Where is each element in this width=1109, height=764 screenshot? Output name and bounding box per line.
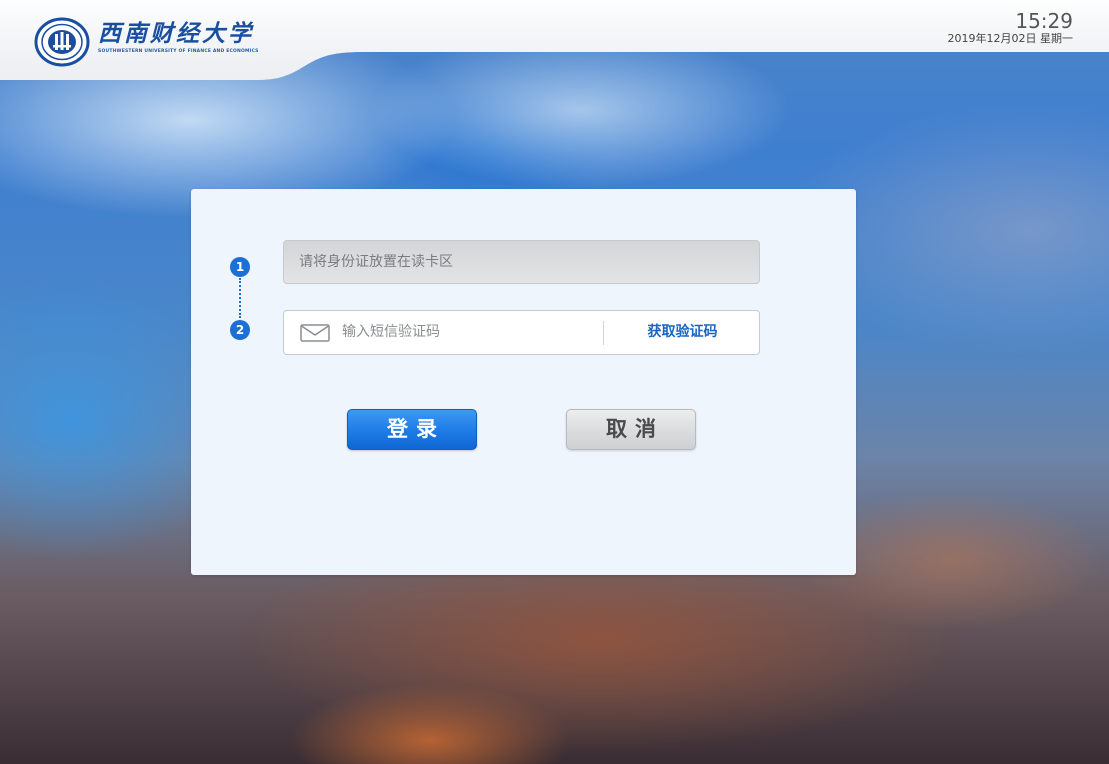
cancel-button[interactable]: 取消 [566,409,696,450]
sms-code-input[interactable] [342,312,592,352]
university-name-cn: 西南财经大学 [98,20,254,47]
clock-date: 2019年12月02日 星期一 [947,32,1074,45]
step-1-badge: 1 [230,257,250,277]
step-2-badge: 2 [230,320,250,340]
clock: 15:29 2019年12月02日 星期一 [948,10,1074,46]
get-code-button[interactable]: 获取验证码 [604,311,761,354]
sms-code-field[interactable]: 获取验证码 [283,310,760,355]
university-seal-icon [34,17,90,67]
login-panel: 1 2 请将身份证放置在读卡区 获取验证码 登录 取消 [191,189,856,575]
envelope-icon [300,324,330,342]
header-bar: 西南财经大学 SOUTHWESTERN UNIVERSITY OF FINANC… [0,0,1109,80]
login-button[interactable]: 登录 [347,409,477,450]
university-logo-text: 西南财经大学 SOUTHWESTERN UNIVERSITY OF FINANC… [98,20,259,54]
step-connector [239,278,241,318]
id-card-reader-field: 请将身份证放置在读卡区 [283,240,760,284]
university-name-en: SOUTHWESTERN UNIVERSITY OF FINANCE AND E… [98,49,259,54]
clock-time: 15:29 [1015,9,1073,33]
